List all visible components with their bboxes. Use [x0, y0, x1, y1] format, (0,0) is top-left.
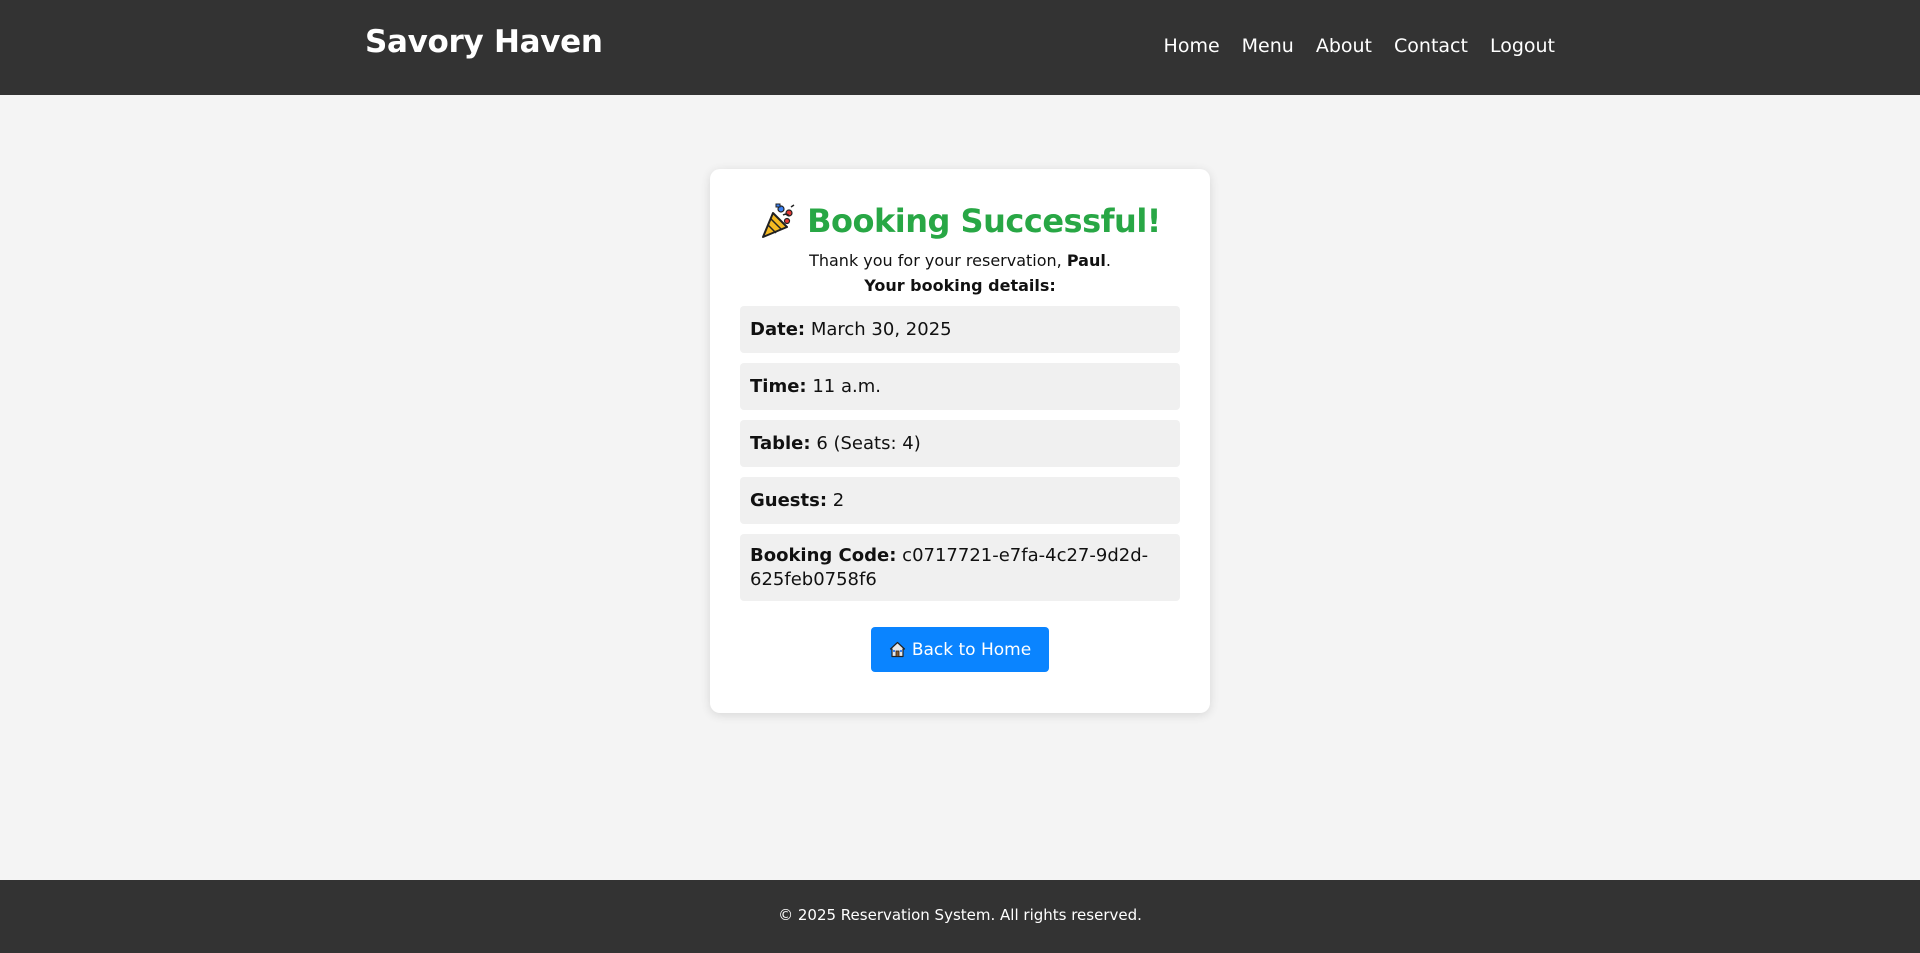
detail-guests: Guests: 2 [740, 477, 1180, 524]
site-brand[interactable]: Savory Haven [365, 24, 603, 60]
confirmation-title-text: Booking Successful! [807, 202, 1161, 240]
back-to-home-label: Back to Home [911, 639, 1032, 660]
detail-label: Table: [750, 433, 811, 454]
site-header: Savory Haven Home Menu About Contact Log… [0, 0, 1920, 95]
detail-value: 2 [832, 490, 845, 511]
detail-label: Booking Code: [750, 545, 897, 566]
nav-menu-link[interactable]: Menu [1242, 35, 1294, 57]
detail-label: Time: [750, 376, 807, 397]
detail-booking-code: Booking Code: c0717721-e7fa-4c27-9d2d-62… [740, 534, 1180, 601]
thanks-prefix: Thank you for your reservation, [809, 251, 1067, 270]
thanks-suffix: . [1105, 251, 1111, 270]
detail-label: Guests: [750, 490, 828, 511]
nav-about-link[interactable]: About [1316, 35, 1372, 57]
button-wrapper: Back to Home [740, 627, 1180, 672]
booking-details-heading: Your booking details: [864, 276, 1056, 295]
detail-table: Table: 6 (Seats: 4) [740, 420, 1180, 467]
booking-confirmation-card: Booking Successful! Thank you for your r… [710, 169, 1210, 713]
guest-name: Paul [1066, 251, 1106, 270]
nav-home-link[interactable]: Home [1164, 35, 1220, 57]
footer-copyright: © 2025 Reservation System. All rights re… [778, 906, 1142, 924]
house-icon [889, 641, 906, 658]
detail-value: 6 (Seats: 4) [816, 433, 921, 454]
site-footer: © 2025 Reservation System. All rights re… [0, 880, 1920, 953]
detail-time: Time: 11 a.m. [740, 363, 1180, 410]
detail-value: 11 a.m. [812, 376, 881, 397]
confirmation-title: Booking Successful! [740, 199, 1180, 243]
detail-date: Date: March 30, 2025 [740, 306, 1180, 353]
detail-value: March 30, 2025 [810, 319, 952, 340]
party-popper-icon [759, 201, 799, 241]
thank-you-message: Thank you for your reservation, Paul. [740, 250, 1180, 271]
main-nav: Home Menu About Contact Logout [1164, 35, 1555, 57]
nav-logout-link[interactable]: Logout [1490, 35, 1555, 57]
nav-contact-link[interactable]: Contact [1394, 35, 1468, 57]
detail-label: Date: [750, 319, 806, 340]
booking-details-list: Date: March 30, 2025 Time: 11 a.m. Table… [740, 306, 1180, 601]
back-to-home-button[interactable]: Back to Home [870, 627, 1050, 672]
